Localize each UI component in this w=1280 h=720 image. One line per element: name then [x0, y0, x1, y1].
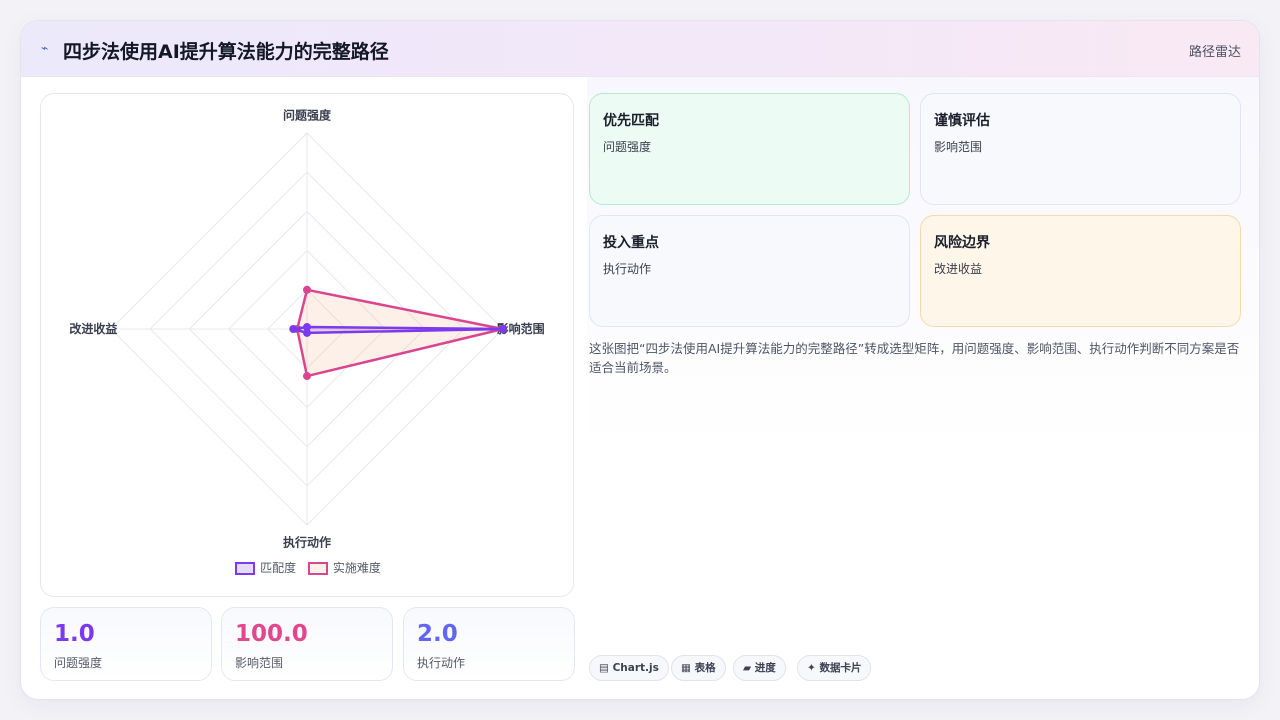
chip-data-cards[interactable]: ✦ 数据卡片: [797, 655, 872, 681]
stat-value: 2.0: [417, 621, 458, 647]
stat-card-action: 2.0 执行动作: [403, 607, 575, 681]
quadrant-card-risk[interactable]: 风险边界 改进收益: [920, 215, 1241, 327]
stat-label: 影响范围: [235, 656, 284, 670]
quadrant-subtitle: 问题强度: [603, 140, 652, 154]
radar-data-point: [289, 325, 298, 333]
page-title: 四步法使用AI提升算法能力的完整路径: [63, 41, 389, 63]
quadrant-subtitle: 改进收益: [934, 262, 983, 276]
chart-legend: 匹配度 实施难度: [41, 559, 575, 576]
radar-chart: 问题强度影响范围执行动作改进收益: [69, 107, 544, 550]
chip-chartjs[interactable]: ▤ Chart.js: [589, 655, 669, 681]
legend-label-difficulty: 实施难度: [332, 561, 381, 575]
legend-swatch-difficulty: [307, 562, 328, 575]
radar-data-point: [499, 325, 507, 333]
main-card: ⌁ 四步法使用AI提升算法能力的完整路径 路径雷达 问题强度 影响范围 执行动作 改进…: [20, 20, 1260, 700]
quadrant-subtitle: 执行动作: [603, 262, 652, 276]
quadrant-subtitle: 影响范围: [934, 140, 983, 154]
radar-chart-panel: 问题强度 影响范围 执行动作 改进收益 匹配度 实施难度: [40, 93, 574, 597]
radar-axis-label: 问题强度: [283, 107, 332, 122]
quadrant-title: 投入重点: [603, 235, 659, 251]
route-icon: ⌁: [41, 41, 49, 55]
view-label[interactable]: 路径雷达: [1189, 41, 1241, 60]
radar-data-point: [303, 328, 311, 337]
legend-swatch-match: [235, 562, 256, 575]
header-bar: ⌁ 四步法使用AI提升算法能力的完整路径 路径雷达: [21, 21, 1259, 77]
matrix-description: 这张图把“四步法使用AI提升算法能力的完整路径”转成选型矩阵，用问题强度、影响范…: [589, 341, 1240, 375]
radar-data-point: [303, 372, 311, 381]
stat-label: 执行动作: [417, 656, 466, 670]
legend-label-match: 匹配度: [260, 561, 297, 575]
stat-label: 问题强度: [54, 656, 103, 670]
quadrant-card-priority[interactable]: 优先匹配 问题强度: [589, 93, 910, 205]
legend-item-difficulty[interactable]: 实施难度: [307, 559, 381, 576]
quadrant-title: 优先匹配: [603, 113, 659, 129]
legend-item-match[interactable]: 匹配度: [235, 559, 296, 576]
radar-axis-label: 执行动作: [283, 535, 331, 550]
stat-value: 100.0: [235, 621, 308, 647]
chip-table[interactable]: ▦ 表格: [671, 655, 726, 681]
radar-data-point: [303, 285, 311, 294]
quadrant-card-caution[interactable]: 谨慎评估 影响范围: [920, 93, 1241, 205]
stat-card-impact: 100.0 影响范围: [221, 607, 393, 681]
quadrant-title: 谨慎评估: [934, 113, 990, 129]
quadrant-title: 风险边界: [934, 235, 990, 251]
chip-progress[interactable]: ▰ 进度: [733, 655, 786, 681]
stat-card-problem: 1.0 问题强度: [40, 607, 212, 681]
radar-axis-label: 改进收益: [69, 321, 117, 336]
stat-value: 1.0: [54, 621, 95, 647]
quadrant-card-focus[interactable]: 投入重点 执行动作: [589, 215, 910, 327]
